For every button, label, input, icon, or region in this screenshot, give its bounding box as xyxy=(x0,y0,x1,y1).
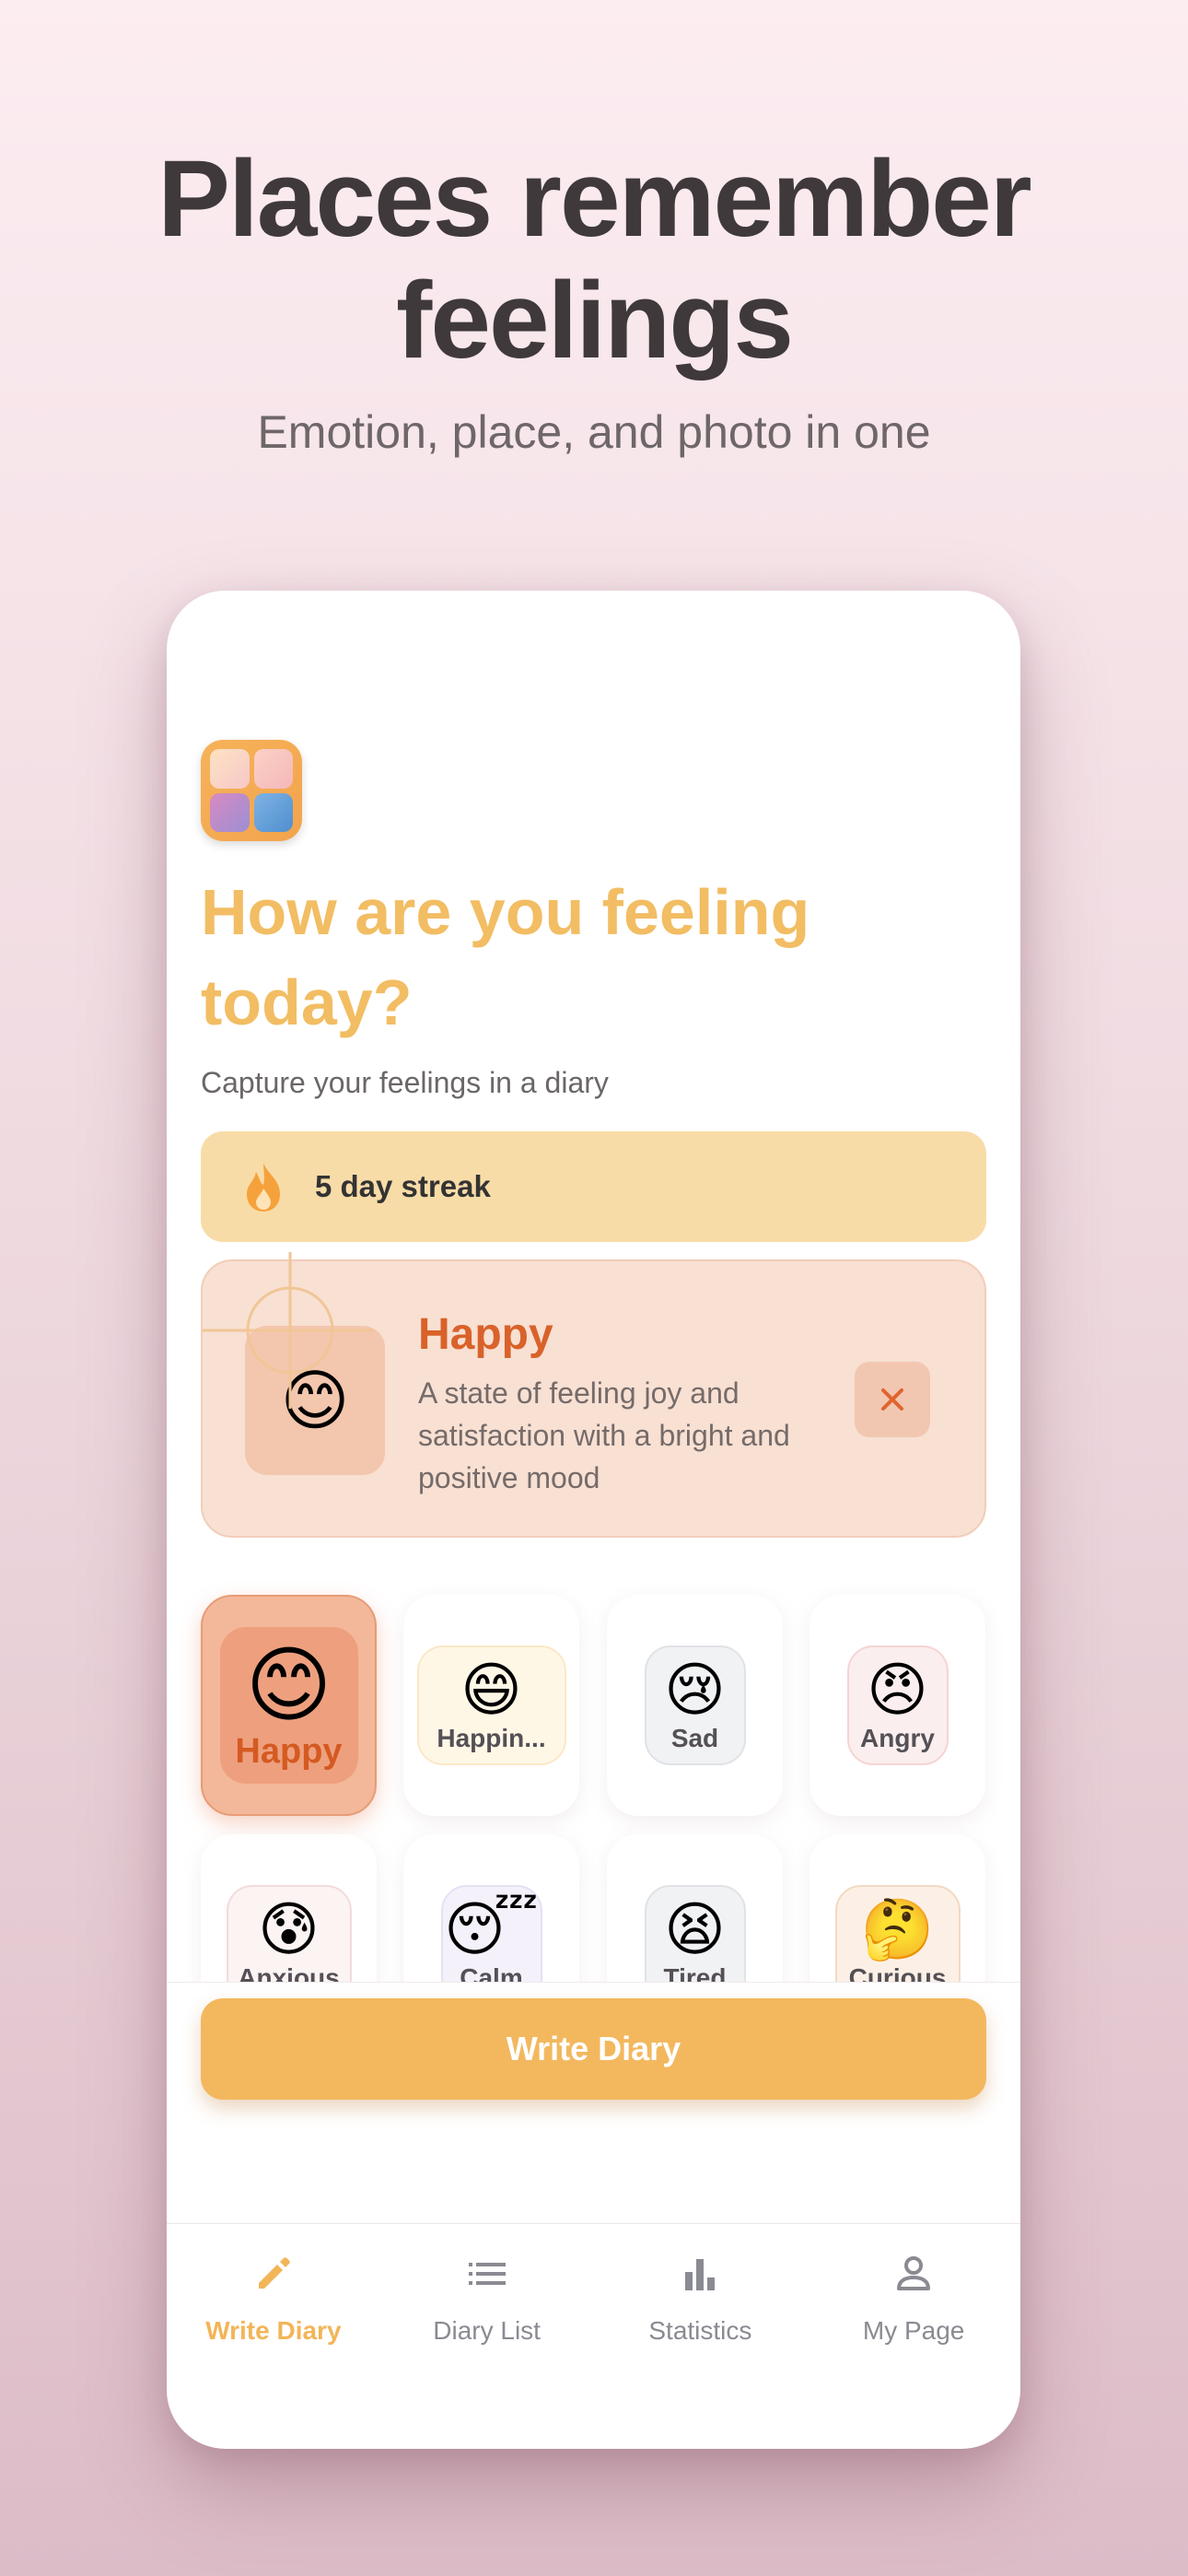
mood-emoji: 🤔 xyxy=(860,1896,935,1962)
bar-chart-icon xyxy=(685,2259,716,2290)
write-diary-button[interactable]: Write Diary xyxy=(201,1998,986,2100)
tab-diary-list[interactable]: Diary List xyxy=(380,2224,594,2379)
mood-emoji: 😢 xyxy=(664,1657,726,1723)
page-caption: Capture your feelings in a diary xyxy=(201,1066,609,1099)
page-title: How are you feeling today? xyxy=(201,867,993,1048)
mood-tile-happy[interactable]: 😊 Happy xyxy=(201,1595,377,1816)
headline-line-1: Places remember xyxy=(157,138,1031,260)
mood-chip: 😢 Sad xyxy=(644,1645,746,1765)
mood-emoji: 😴 xyxy=(444,1896,539,1962)
tab-my-page[interactable]: My Page xyxy=(807,2224,1020,2379)
headline-line-2: feelings xyxy=(396,260,794,381)
tab-statistics[interactable]: Statistics xyxy=(594,2224,808,2379)
mood-tile-happiness[interactable]: 😄 Happin... xyxy=(403,1595,579,1816)
selected-mood-description: A state of feeling joy and satisfaction … xyxy=(418,1376,790,1494)
selected-mood-name: Happy xyxy=(418,1310,553,1359)
mood-label: Happin... xyxy=(437,1724,546,1752)
list-icon xyxy=(468,2263,506,2285)
mood-tile-sad[interactable]: 😢 Sad xyxy=(607,1595,783,1816)
app-logo xyxy=(201,740,302,841)
tab-label: Diary List xyxy=(433,2316,541,2345)
clear-mood-button[interactable] xyxy=(855,1362,930,1437)
tab-label: Write Diary xyxy=(205,2316,342,2345)
mood-label: Happy xyxy=(235,1731,343,1771)
pencil-icon xyxy=(258,2257,290,2289)
marketing-headline: Places remember feelings xyxy=(0,138,1188,381)
mood-tile-angry[interactable]: 😠 Angry xyxy=(809,1595,985,1816)
mood-emoji: 😊 xyxy=(245,1639,332,1732)
mood-emoji: 😄 xyxy=(460,1657,522,1723)
mood-emoji: 😠 xyxy=(867,1657,928,1723)
mood-label: Angry xyxy=(860,1724,935,1752)
mood-chip: 😠 Angry xyxy=(846,1645,949,1765)
page-title-line-1: How are you feeling xyxy=(201,876,810,948)
mood-grid: 😊 Happy 😄 Happin... 😢 Sad 😠 Angry � xyxy=(167,1549,1020,2019)
mood-chip: 😊 Happy xyxy=(219,1627,358,1784)
tab-label: My Page xyxy=(862,2316,965,2345)
selected-mood-card: 😊 Happy A state of feeling joy and satis… xyxy=(201,1252,986,1538)
streak-label: 5 day streak xyxy=(315,1169,491,1203)
mood-label: Sad xyxy=(670,1724,719,1752)
crosshair-icon xyxy=(203,1252,373,1409)
mood-emoji: 😫 xyxy=(664,1896,726,1962)
tab-label: Statistics xyxy=(648,2316,752,2345)
mood-emoji: 😰 xyxy=(258,1896,320,1962)
bottom-tab-bar: Write Diary Diary List Statistics My Pag… xyxy=(167,2223,1020,2379)
person-icon xyxy=(897,2256,931,2290)
phone-frame: How are you feeling today? Capture your … xyxy=(167,591,1020,2449)
page-title-line-2: today? xyxy=(201,966,413,1038)
flame-icon xyxy=(247,1163,280,1212)
tab-write-diary[interactable]: Write Diary xyxy=(167,2224,380,2379)
mood-chip: 😄 Happin... xyxy=(416,1645,566,1765)
close-icon xyxy=(881,1388,903,1411)
marketing-subheadline: Emotion, place, and photo in one xyxy=(257,406,931,458)
streak-banner: 5 day streak xyxy=(201,1131,986,1242)
